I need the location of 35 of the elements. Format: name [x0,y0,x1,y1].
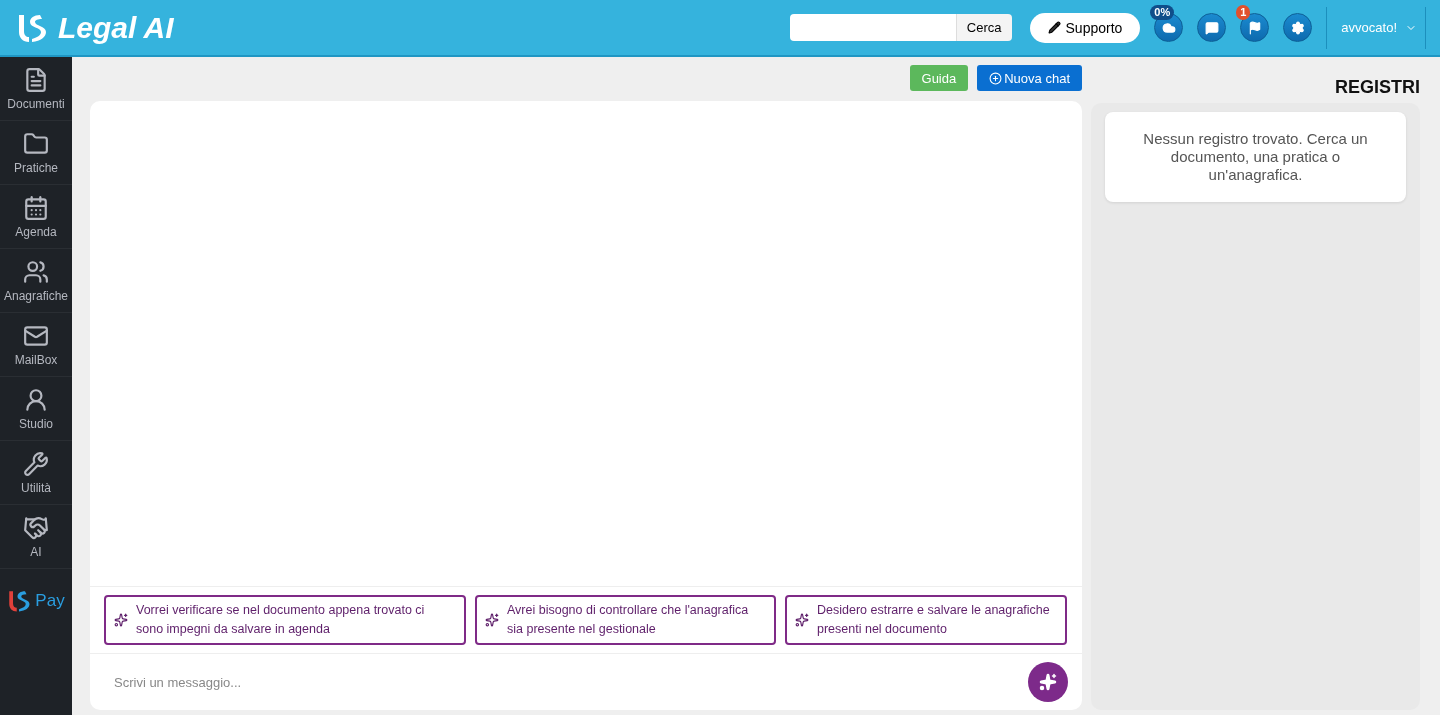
new-chat-button[interactable]: Nuova chat [977,65,1082,91]
speech-bubble-icon [1204,20,1219,35]
pencil-icon [1047,21,1061,34]
folder-icon [23,130,49,157]
pay-link[interactable]: Pay [0,569,72,633]
brand-name: Legal AI [58,10,174,45]
people-icon [23,258,49,285]
plus-icon [989,71,1003,85]
sparkle-icon [795,613,809,627]
sparkle-icon [485,613,499,627]
badge: 1 [1236,5,1251,20]
pay-label: Pay [35,591,65,611]
suggestion-button[interactable]: Avrei bisogno di controllare che l'anagrafica sia presente nel gestionale [475,595,776,645]
send-button[interactable] [1028,662,1068,702]
wrench-icon [23,450,49,477]
handshake-icon [23,514,49,541]
toolbar-icon-button[interactable] [1283,13,1313,42]
support-button[interactable]: Supporto [1029,12,1141,43]
document-icon [23,66,49,93]
suggestion-button[interactable]: Vorrei verificare se nel documento appena trovato ci sono impegni da salvare in agenda [104,595,466,645]
toolbar-icon-button[interactable] [1197,13,1227,42]
person-icon [23,386,49,413]
panel-title: REGISTRI [1334,76,1420,95]
badge: 0% [1150,5,1175,20]
logo-icon [7,589,32,613]
flag-icon [1247,20,1262,35]
calendar-icon [23,194,49,221]
sparkle-icon [1039,673,1057,691]
sparkle-icon [114,613,128,627]
search-field[interactable] [789,14,956,41]
cloud-icon [1161,20,1176,35]
settings-icon [1290,20,1305,35]
suggestion-button[interactable]: Desidero estrarre e salvare le anagrafiche presenti nel documento [785,595,1067,645]
search-button[interactable]: Cerca [955,14,1012,41]
empty-message: Nessun registro trovato. Cerca un documento, una pratica o un'anagrafica. [1105,112,1406,202]
